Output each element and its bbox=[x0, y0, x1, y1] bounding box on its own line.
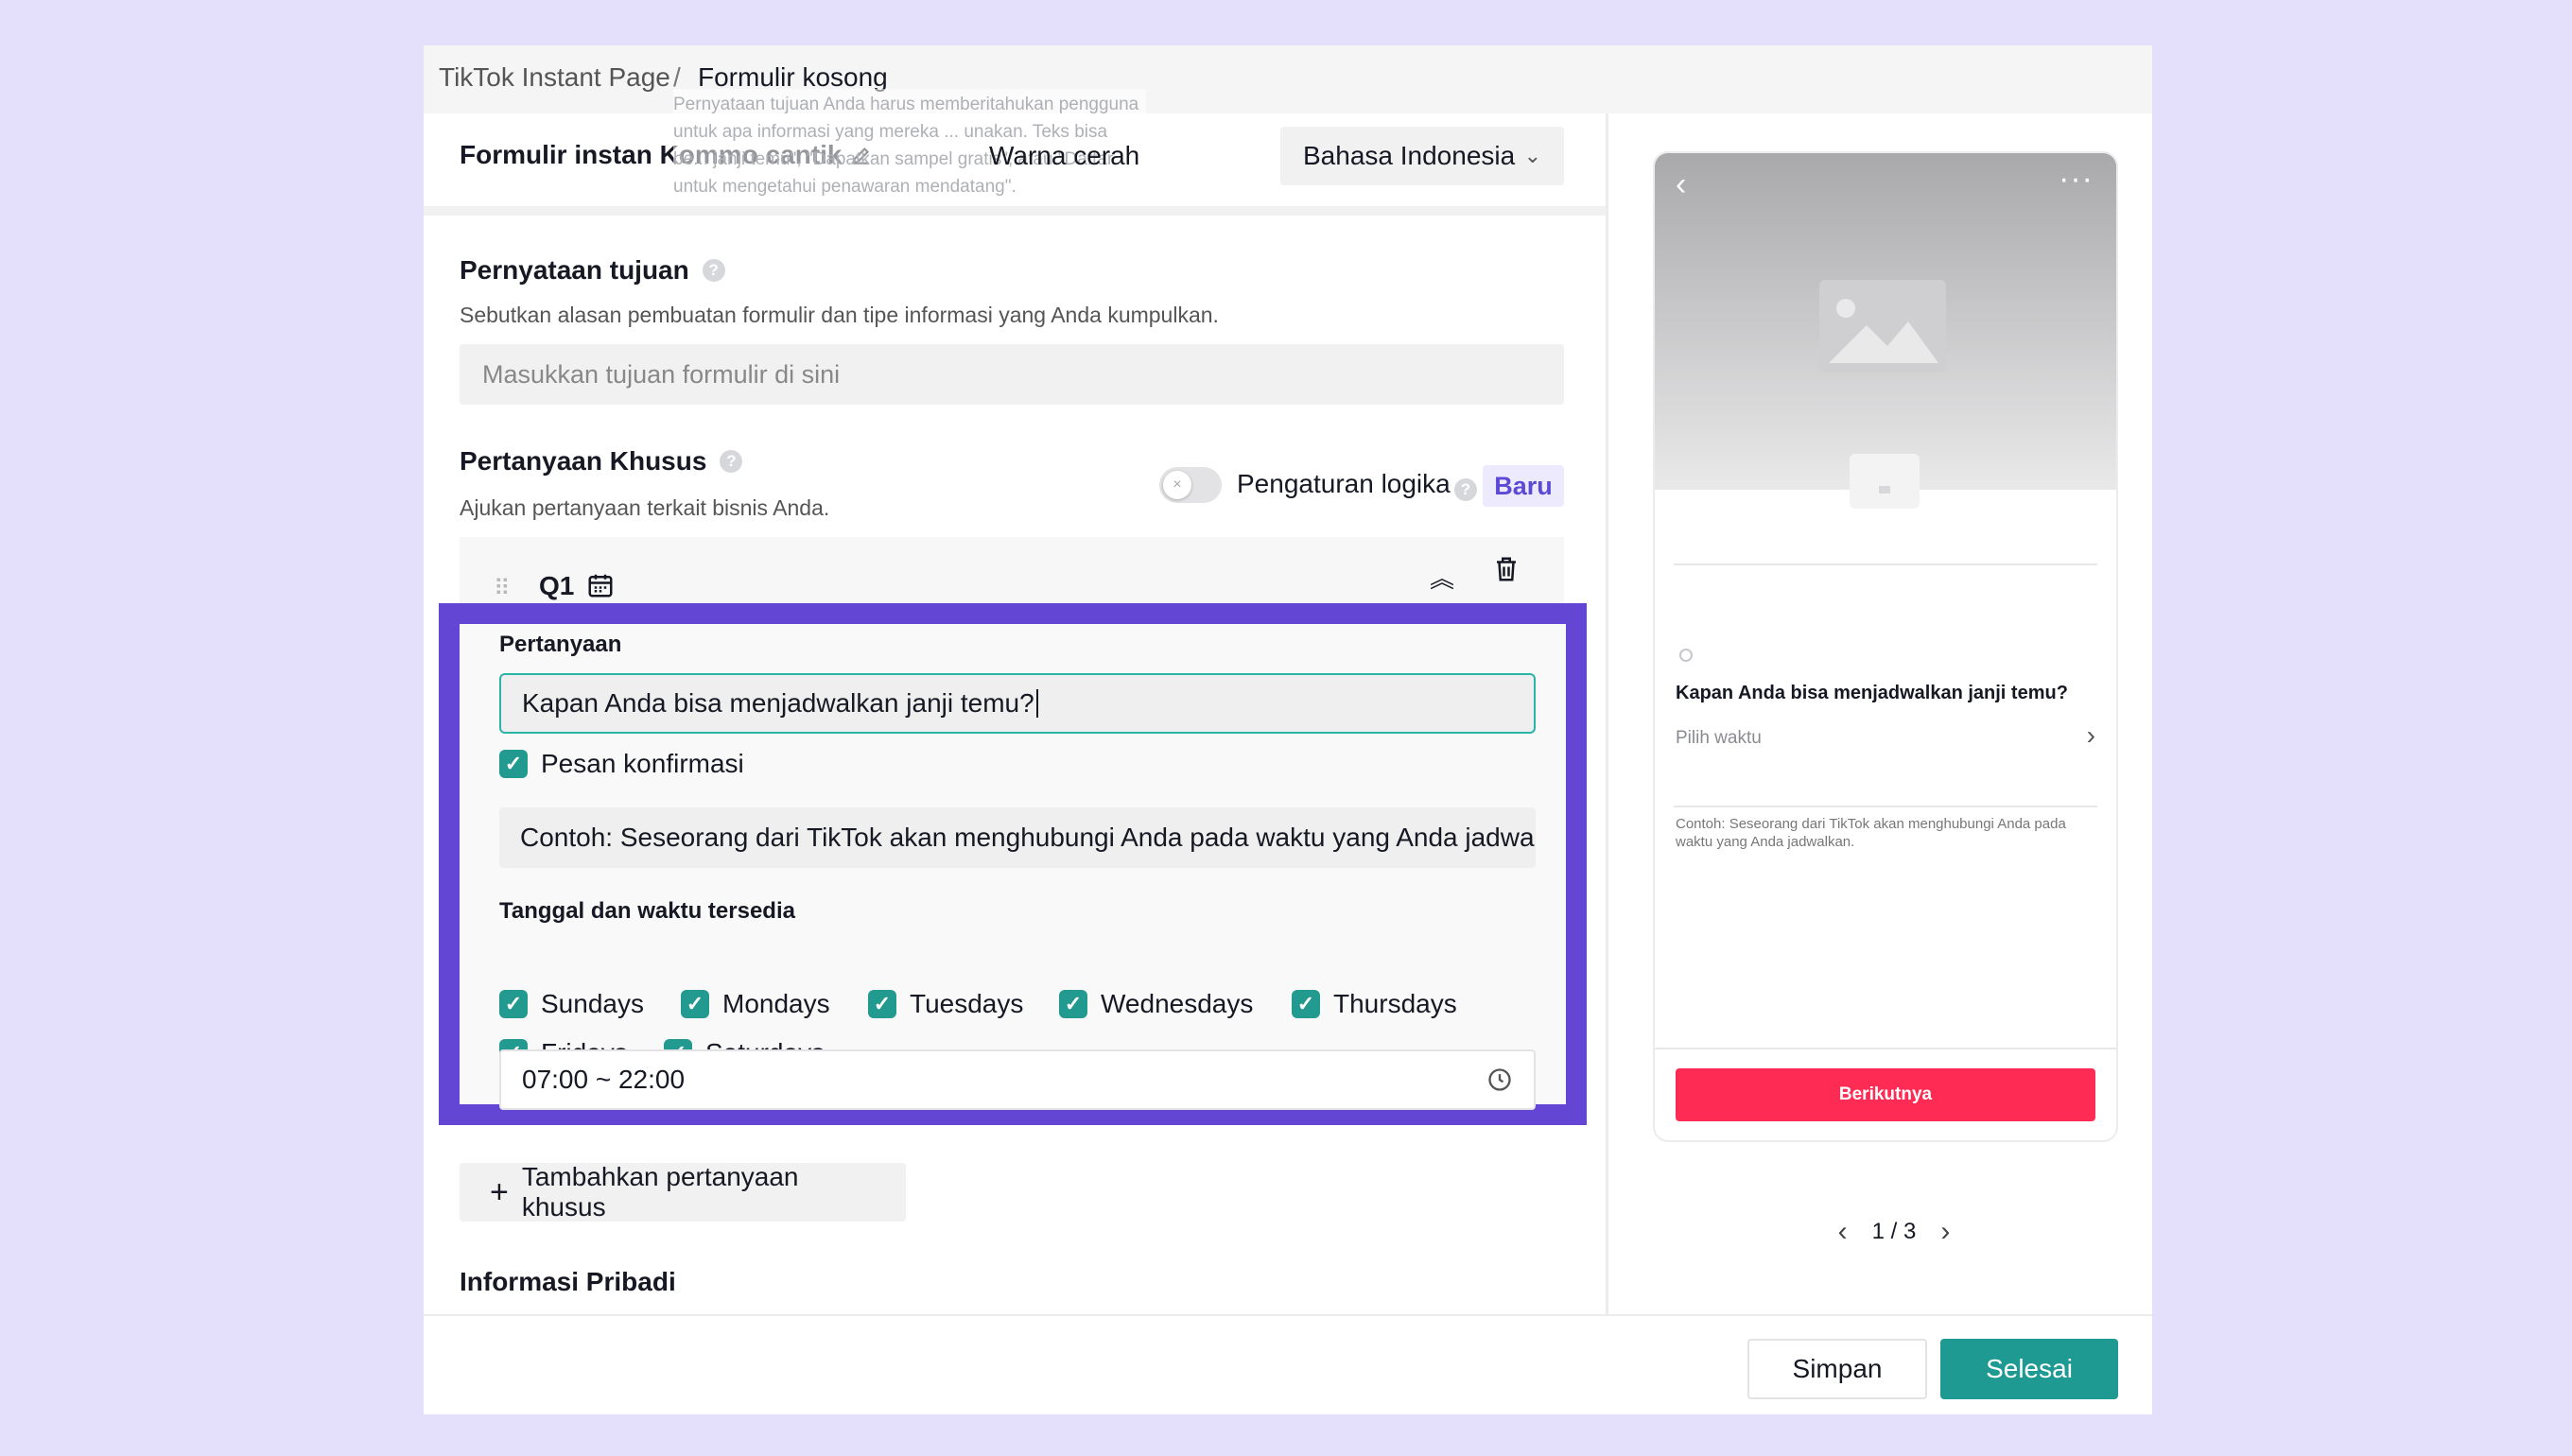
check-icon: ✓ bbox=[1292, 990, 1320, 1018]
confirmation-message-value: Contoh: Seseorang dari TikTok akan mengh… bbox=[520, 823, 1536, 852]
check-icon: ✓ bbox=[499, 990, 528, 1018]
logic-label: Pengaturan logika bbox=[1237, 469, 1451, 498]
time-range-value: 07:00 ~ 22:00 bbox=[522, 1065, 686, 1094]
preview-next-button[interactable]: Berikutnya bbox=[1676, 1068, 2095, 1121]
text-cursor bbox=[1035, 689, 1038, 718]
preview-phone: ‹ ··· Kapan Anda bisa menjadwalkan janji… bbox=[1653, 151, 2118, 1142]
purpose-title: Pernyataan tujuan ? bbox=[460, 255, 725, 286]
day-label: Tuesdays bbox=[910, 989, 1024, 1018]
preview-pager: ‹ 1 / 3 › bbox=[1766, 1216, 2022, 1248]
add-custom-question-label: Tambahkan pertanyaan khusus bbox=[521, 1162, 799, 1222]
plus-icon: + bbox=[490, 1174, 509, 1210]
day-checkbox-thursdays[interactable]: ✓ Thursdays bbox=[1292, 989, 1457, 1019]
form-editor-window: TikTok Instant Page / Formulir kosong Fo… bbox=[424, 45, 2152, 1414]
purpose-title-text: Pernyataan tujuan bbox=[460, 255, 689, 285]
chevron-down-icon: ⌄ bbox=[1523, 144, 1541, 167]
info-icon bbox=[1679, 649, 1693, 662]
drag-handle-icon[interactable]: ⠿ bbox=[494, 575, 511, 602]
custom-questions-title: Pertanyaan Khusus ? bbox=[460, 446, 743, 477]
preview-footer-divider bbox=[1655, 1048, 2116, 1049]
day-checkbox-wednesdays[interactable]: ✓ Wednesdays bbox=[1059, 989, 1253, 1019]
preview-logo bbox=[1850, 454, 1920, 509]
question-input-value: Kapan Anda bisa menjadwalkan janji temu? bbox=[522, 688, 1034, 718]
check-icon: ✓ bbox=[1059, 990, 1087, 1018]
purpose-subtitle: Sebutkan alasan pembuatan formulir dan t… bbox=[460, 303, 1219, 327]
collapse-up-icon[interactable]: ︽ bbox=[1430, 560, 1454, 595]
preview-divider bbox=[1674, 806, 2097, 807]
purpose-input[interactable]: Masukkan tujuan formulir di sini bbox=[460, 344, 1564, 405]
custom-questions-subtitle: Ajukan pertanyaan terkait bisnis Anda. bbox=[460, 495, 830, 520]
back-icon[interactable]: ‹ bbox=[1676, 166, 1686, 203]
language-select-value: Bahasa Indonesia bbox=[1303, 141, 1516, 170]
check-icon: ✓ bbox=[499, 750, 528, 778]
preview-page-indicator: 1 / 3 bbox=[1871, 1219, 1917, 1244]
personal-info-title: Informasi Pribadi bbox=[460, 1267, 676, 1296]
logic-toggle[interactable]: × bbox=[1159, 467, 1222, 503]
question-number: Q1 bbox=[539, 571, 575, 600]
day-checkbox-mondays[interactable]: ✓ Mondays bbox=[681, 989, 830, 1019]
trash-icon[interactable] bbox=[1492, 554, 1521, 584]
done-button[interactable]: Selesai bbox=[1940, 1339, 2118, 1399]
confirmation-message-input[interactable]: Contoh: Seseorang dari TikTok akan mengh… bbox=[499, 807, 1536, 868]
question-label: Pertanyaan bbox=[499, 632, 622, 657]
time-range-input[interactable]: 07:00 ~ 22:00 bbox=[499, 1049, 1536, 1110]
help-icon[interactable]: ? bbox=[1454, 478, 1477, 501]
language-select[interactable]: Bahasa Indonesia ⌄ bbox=[1280, 127, 1564, 185]
more-icon[interactable]: ··· bbox=[2059, 161, 2094, 198]
purpose-input-placeholder: Masukkan tujuan formulir di sini bbox=[482, 359, 841, 389]
pane-divider bbox=[1606, 113, 1608, 1360]
question-input[interactable]: Kapan Anda bisa menjadwalkan janji temu? bbox=[499, 673, 1536, 734]
custom-questions-title-text: Pertanyaan Khusus bbox=[460, 446, 707, 476]
add-custom-question-button[interactable]: + Tambahkan pertanyaan khusus bbox=[460, 1162, 906, 1222]
new-badge: Baru bbox=[1483, 465, 1564, 507]
toggle-knob: × bbox=[1163, 471, 1191, 499]
day-checkbox-sundays[interactable]: ✓ Sundays bbox=[499, 989, 644, 1019]
theme-select-value: Warna cerah bbox=[989, 141, 1140, 170]
breadcrumb-root[interactable]: TikTok Instant Page bbox=[439, 62, 670, 93]
day-label: Mondays bbox=[722, 989, 830, 1018]
toolbar-divider bbox=[424, 206, 1606, 216]
confirmation-checkbox[interactable]: ✓ Pesan konfirmasi bbox=[499, 749, 744, 779]
preview-time-picker[interactable]: Pilih waktu bbox=[1676, 728, 1762, 749]
image-placeholder-icon bbox=[1819, 280, 1946, 373]
chevron-right-icon[interactable]: › bbox=[1940, 1216, 1950, 1248]
help-icon[interactable]: ? bbox=[720, 450, 743, 473]
day-label: Thursdays bbox=[1333, 989, 1457, 1018]
preview-divider bbox=[1674, 563, 2097, 565]
availability-label: Tanggal dan waktu tersedia bbox=[499, 898, 795, 924]
preview-question: Kapan Anda bisa menjadwalkan janji temu? bbox=[1676, 683, 2068, 703]
confirmation-label: Pesan konfirmasi bbox=[541, 749, 744, 778]
day-checkbox-tuesdays[interactable]: ✓ Tuesdays bbox=[868, 989, 1023, 1019]
day-label: Sundays bbox=[541, 989, 644, 1018]
check-icon: ✓ bbox=[681, 990, 709, 1018]
day-label: Wednesdays bbox=[1101, 989, 1254, 1018]
chevron-right-icon: › bbox=[2086, 720, 2095, 750]
help-icon[interactable]: ? bbox=[702, 259, 725, 282]
clock-icon bbox=[1488, 1068, 1511, 1091]
preview-note: Contoh: Seseorang dari TikTok akan mengh… bbox=[1676, 816, 2066, 850]
check-icon: ✓ bbox=[868, 990, 896, 1018]
save-button[interactable]: Simpan bbox=[1747, 1339, 1927, 1399]
chevron-left-icon[interactable]: ‹ bbox=[1838, 1216, 1848, 1248]
calendar-icon bbox=[588, 574, 613, 598]
